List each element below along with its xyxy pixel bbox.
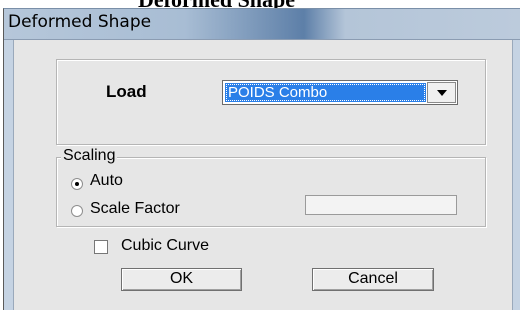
ok-button[interactable]: OK (121, 268, 242, 291)
cancel-button[interactable]: Cancel (312, 268, 434, 291)
auto-radio-label[interactable]: Auto (90, 172, 123, 190)
window-title: Deformed Shape (8, 12, 152, 32)
auto-radio[interactable] (71, 178, 83, 190)
scale-factor-input[interactable] (305, 195, 457, 215)
load-combo-value: POIDS Combo (225, 83, 426, 102)
cubic-curve-label[interactable]: Cubic Curve (121, 237, 209, 255)
scale-factor-radio-label[interactable]: Scale Factor (90, 200, 180, 218)
load-label: Load (106, 82, 147, 101)
window-frame-right (512, 40, 520, 310)
scale-factor-radio[interactable] (71, 205, 83, 217)
chevron-down-icon[interactable] (427, 82, 456, 103)
title-bar[interactable]: Deformed Shape (4, 9, 520, 40)
scaling-legend: Scaling (61, 147, 118, 165)
load-combo-select[interactable]: POIDS Combo (222, 80, 458, 105)
window-frame-left (4, 40, 14, 310)
cubic-curve-checkbox[interactable] (94, 240, 108, 254)
